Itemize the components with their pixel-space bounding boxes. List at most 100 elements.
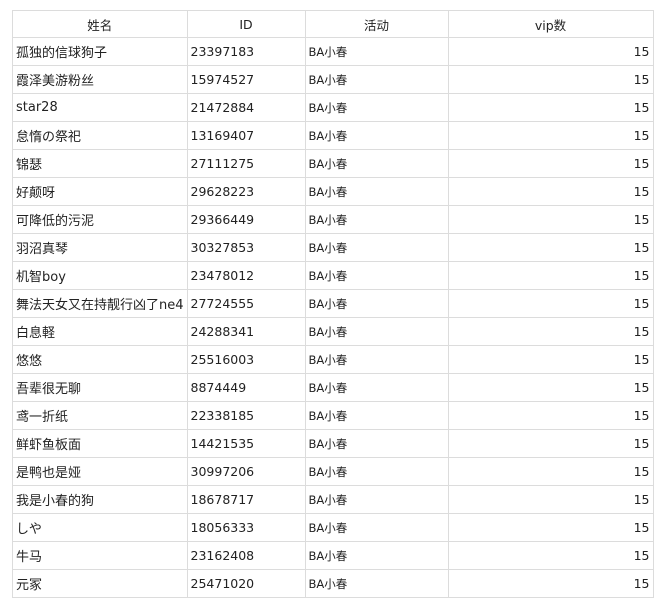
cell-activity[interactable]: BA小春 [304, 485, 449, 514]
cell-vip[interactable]: 15 [447, 541, 654, 570]
cell-vip[interactable]: 15 [447, 373, 654, 402]
cell-activity[interactable]: BA小春 [304, 541, 449, 570]
cell-activity[interactable]: BA小春 [304, 261, 449, 290]
cell-activity[interactable]: BA小春 [304, 429, 449, 458]
cell-name[interactable]: 机智boy [12, 261, 188, 290]
table-row: 舞法天女又在持靓行凶了ne4 27724555 BA小春 15 [12, 289, 654, 318]
column-header-vip[interactable]: vip数 [447, 10, 654, 38]
cell-name[interactable]: 是鸭也是娅 [12, 457, 188, 486]
cell-id[interactable]: 22338185 [186, 401, 306, 430]
table-row: 悠悠 25516003 BA小春 15 [12, 345, 654, 374]
cell-name[interactable]: 锦瑟 [12, 149, 188, 178]
cell-activity[interactable]: BA小春 [304, 569, 449, 598]
cell-id[interactable]: 23478012 [186, 261, 306, 290]
cell-activity[interactable]: BA小春 [304, 121, 449, 150]
cell-activity[interactable]: BA小春 [304, 289, 449, 318]
cell-vip[interactable]: 15 [447, 429, 654, 458]
cell-vip[interactable]: 15 [447, 457, 654, 486]
cell-name[interactable]: 鸢一折纸 [12, 401, 188, 430]
cell-name[interactable]: 牛马 [12, 541, 188, 570]
cell-id[interactable]: 25516003 [186, 345, 306, 374]
table-row: 元冢 25471020 BA小春 15 [12, 569, 654, 598]
table-row: 锦瑟 27111275 BA小春 15 [12, 149, 654, 178]
cell-id[interactable]: 25471020 [186, 569, 306, 598]
cell-id[interactable]: 18678717 [186, 485, 306, 514]
table-row: 白息軽 24288341 BA小春 15 [12, 317, 654, 346]
header-row: 姓名 ID 活动 vip数 [12, 10, 654, 38]
cell-id[interactable]: 30327853 [186, 233, 306, 262]
cell-id[interactable]: 23397183 [186, 37, 306, 66]
table-row: 是鸭也是娅 30997206 BA小春 15 [12, 457, 654, 486]
table-row: 机智boy 23478012 BA小春 15 [12, 261, 654, 290]
cell-name[interactable]: しや [12, 513, 188, 542]
cell-id[interactable]: 23162408 [186, 541, 306, 570]
cell-activity[interactable]: BA小春 [304, 513, 449, 542]
cell-name[interactable]: 我是小春的狗 [12, 485, 188, 514]
table-row: 羽沼真琴 30327853 BA小春 15 [12, 233, 654, 262]
table-row: 怠惰の祭祀 13169407 BA小春 15 [12, 121, 654, 150]
cell-vip[interactable]: 15 [447, 121, 654, 150]
cell-activity[interactable]: BA小春 [304, 37, 449, 66]
table-row: 牛马 23162408 BA小春 15 [12, 541, 654, 570]
cell-name[interactable]: 白息軽 [12, 317, 188, 346]
cell-vip[interactable]: 15 [447, 37, 654, 66]
cell-vip[interactable]: 15 [447, 65, 654, 94]
cell-id[interactable]: 8874449 [186, 373, 306, 402]
cell-id[interactable]: 27111275 [186, 149, 306, 178]
cell-activity[interactable]: BA小春 [304, 401, 449, 430]
cell-name[interactable]: 元冢 [12, 569, 188, 598]
cell-id[interactable]: 30997206 [186, 457, 306, 486]
column-header-activity[interactable]: 活动 [304, 10, 449, 38]
cell-name[interactable]: 怠惰の祭祀 [12, 121, 188, 150]
cell-name[interactable]: 可降低的污泥 [12, 205, 188, 234]
cell-id[interactable]: 24288341 [186, 317, 306, 346]
cell-id[interactable]: 14421535 [186, 429, 306, 458]
column-header-name[interactable]: 姓名 [12, 10, 188, 38]
cell-id[interactable]: 21472884 [186, 93, 306, 122]
cell-vip[interactable]: 15 [447, 513, 654, 542]
cell-id[interactable]: 15974527 [186, 65, 306, 94]
cell-activity[interactable]: BA小春 [304, 149, 449, 178]
cell-activity[interactable]: BA小春 [304, 65, 449, 94]
cell-name[interactable]: 好颠呀 [12, 177, 188, 206]
cell-name[interactable]: 舞法天女又在持靓行凶了ne4 [12, 289, 188, 318]
cell-name[interactable]: 吾辈很无聊 [12, 373, 188, 402]
cell-activity[interactable]: BA小春 [304, 93, 449, 122]
cell-activity[interactable]: BA小春 [304, 205, 449, 234]
table-row: 霞泽美游粉丝 15974527 BA小春 15 [12, 65, 654, 94]
cell-vip[interactable]: 15 [447, 205, 654, 234]
cell-activity[interactable]: BA小春 [304, 345, 449, 374]
cell-vip[interactable]: 15 [447, 569, 654, 598]
cell-name[interactable]: 霞泽美游粉丝 [12, 65, 188, 94]
cell-id[interactable]: 27724555 [186, 289, 306, 318]
cell-activity[interactable]: BA小春 [304, 457, 449, 486]
cell-activity[interactable]: BA小春 [304, 177, 449, 206]
cell-id[interactable]: 18056333 [186, 513, 306, 542]
cell-id[interactable]: 29366449 [186, 205, 306, 234]
cell-name[interactable]: 鲜虾鱼板面 [12, 429, 188, 458]
cell-id[interactable]: 13169407 [186, 121, 306, 150]
cell-activity[interactable]: BA小春 [304, 233, 449, 262]
table-row: 鸢一折纸 22338185 BA小春 15 [12, 401, 654, 430]
cell-name[interactable]: 羽沼真琴 [12, 233, 188, 262]
cell-vip[interactable]: 15 [447, 345, 654, 374]
cell-vip[interactable]: 15 [447, 485, 654, 514]
cell-vip[interactable]: 15 [447, 149, 654, 178]
cell-name[interactable]: star28 [12, 93, 188, 122]
cell-vip[interactable]: 15 [447, 261, 654, 290]
cell-vip[interactable]: 15 [447, 401, 654, 430]
vip-table: 姓名 ID 活动 vip数 孤独的信球狗子 23397183 BA小春 15 霞泽美游粉… [12, 10, 654, 598]
cell-vip[interactable]: 15 [447, 93, 654, 122]
cell-vip[interactable]: 15 [447, 317, 654, 346]
cell-vip[interactable]: 15 [447, 233, 654, 262]
data-table-container: 姓名 ID 活动 vip数 孤独的信球狗子 23397183 BA小春 15 霞泽美游粉… [12, 10, 654, 598]
cell-vip[interactable]: 15 [447, 289, 654, 318]
cell-activity[interactable]: BA小春 [304, 317, 449, 346]
column-header-id[interactable]: ID [186, 10, 306, 38]
cell-id[interactable]: 29628223 [186, 177, 306, 206]
table-row: 孤独的信球狗子 23397183 BA小春 15 [12, 37, 654, 66]
cell-activity[interactable]: BA小春 [304, 373, 449, 402]
cell-vip[interactable]: 15 [447, 177, 654, 206]
cell-name[interactable]: 孤独的信球狗子 [12, 37, 188, 66]
cell-name[interactable]: 悠悠 [12, 345, 188, 374]
